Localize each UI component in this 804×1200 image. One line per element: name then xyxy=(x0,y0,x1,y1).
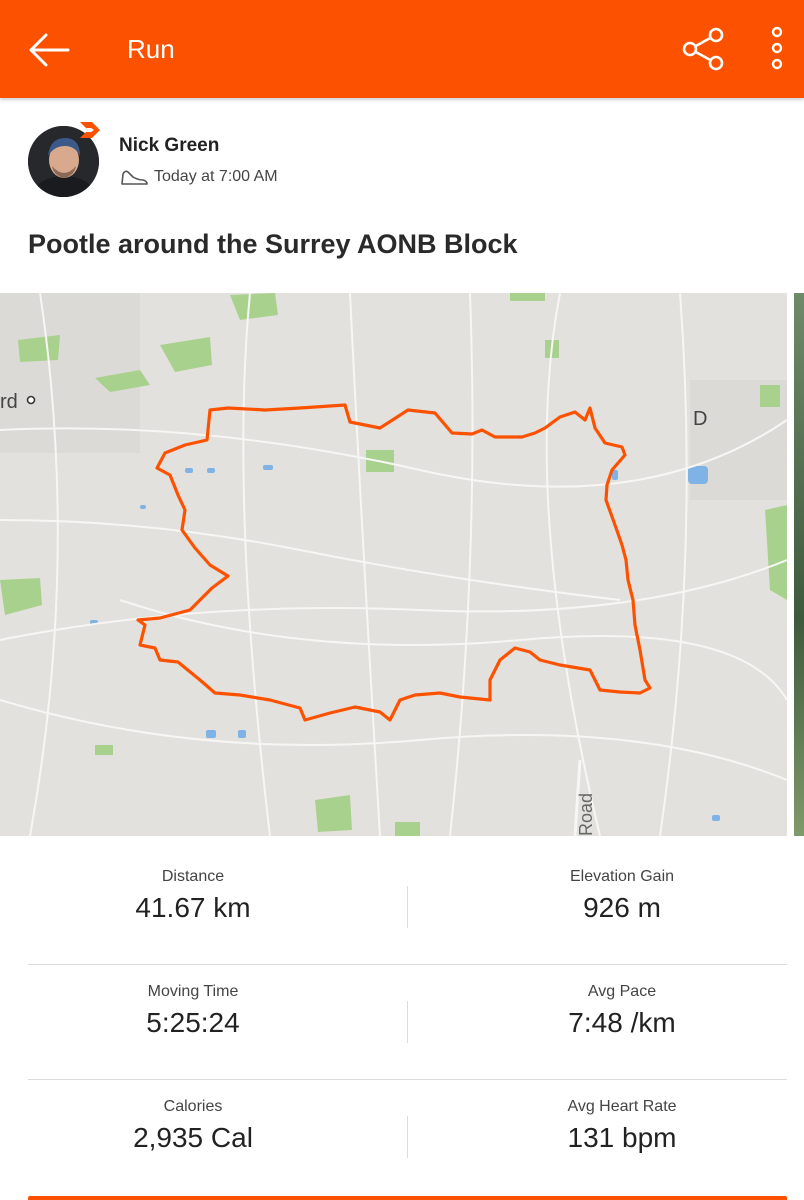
stat-label: Avg Heart Rate xyxy=(567,1098,677,1115)
athlete-avatar[interactable] xyxy=(28,120,106,198)
stat-avg-heart-rate: Avg Heart Rate 131 bpm xyxy=(457,1080,787,1194)
app-bar: Run xyxy=(0,0,804,98)
stats-panel: Distance 41.67 km Elevation Gain 926 m M… xyxy=(28,850,787,1194)
stat-value: 2,935 Cal xyxy=(133,1122,253,1153)
bottom-action-bar[interactable] xyxy=(28,1196,787,1200)
stat-label: Elevation Gain xyxy=(569,868,675,885)
stat-label: Moving Time xyxy=(147,983,239,1000)
divider xyxy=(407,886,408,928)
map-label-town-right: D xyxy=(693,408,707,430)
page-title: Run xyxy=(127,34,175,64)
stat-value: 41.67 km xyxy=(135,892,251,923)
stat-value: 131 bpm xyxy=(567,1122,677,1153)
divider xyxy=(407,1001,408,1043)
strava-badge-icon xyxy=(78,120,102,144)
stats-row: Distance 41.67 km Elevation Gain 926 m xyxy=(28,850,787,964)
stat-elevation-gain: Elevation Gain 926 m xyxy=(457,850,787,964)
stat-distance: Distance 41.67 km xyxy=(28,850,358,964)
back-arrow-icon[interactable] xyxy=(26,30,70,70)
route-map[interactable]: rd D Road xyxy=(0,293,787,836)
stat-label: Calories xyxy=(163,1098,223,1115)
stat-value: 926 m xyxy=(583,892,661,923)
stat-value: 7:48 /km xyxy=(568,1007,676,1038)
stat-calories: Calories 2,935 Cal xyxy=(28,1080,358,1194)
stat-label: Avg Pace xyxy=(587,983,657,1000)
stat-label: Distance xyxy=(161,868,225,885)
divider xyxy=(407,1116,408,1158)
share-icon[interactable] xyxy=(680,26,726,72)
map-label-road: Road xyxy=(576,793,596,836)
map-label-town: rd xyxy=(0,391,18,413)
stats-row: Moving Time 5:25:24 Avg Pace 7:48 /km xyxy=(28,964,787,1079)
activity-time: Today at 7:00 AM xyxy=(154,168,278,185)
activity-title: Pootle around the Surrey AONB Block xyxy=(28,229,518,259)
stat-avg-pace: Avg Pace 7:48 /km xyxy=(457,965,787,1079)
shoe-icon xyxy=(119,166,149,188)
stat-moving-time: Moving Time 5:25:24 xyxy=(28,965,358,1079)
more-vert-icon[interactable] xyxy=(764,26,790,70)
stats-row: Calories 2,935 Cal Avg Heart Rate 131 bp… xyxy=(28,1079,787,1194)
athlete-name[interactable]: Nick Green xyxy=(119,135,219,157)
activity-photo-thumbnail[interactable] xyxy=(794,293,804,836)
stat-value: 5:25:24 xyxy=(146,1007,240,1038)
